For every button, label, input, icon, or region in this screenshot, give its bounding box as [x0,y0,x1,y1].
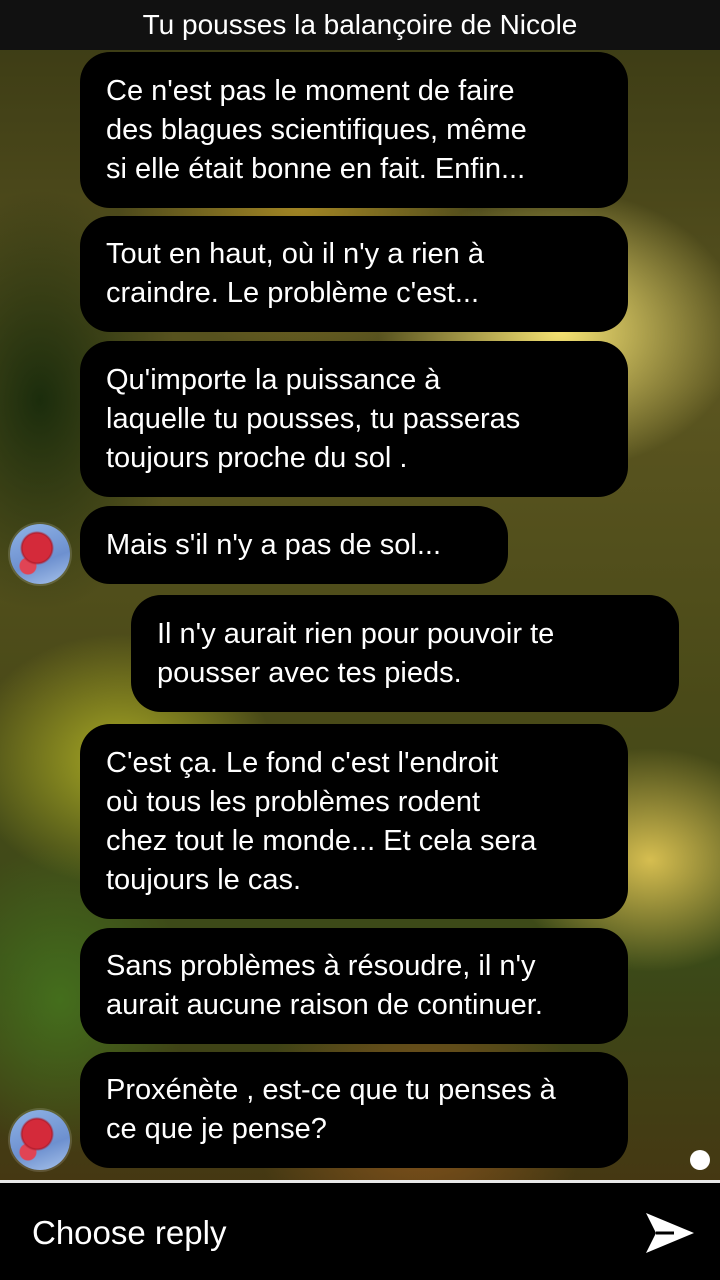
message-bubble: Ce n'est pas le moment de faire des blag… [80,52,628,208]
choose-reply-button[interactable]: Choose reply [32,1211,226,1255]
message-bubble: Proxénète , est-ce que tu penses à ce qu… [80,1052,628,1168]
send-icon[interactable] [644,1211,696,1255]
message-text: Proxénète , est-ce que tu penses à ce qu… [106,1074,556,1145]
message-bubble: Sans problèmes à résoudre, il n'y aurait… [80,928,628,1044]
message-text: Tout en haut, où il n'y a rien à craindr… [106,238,484,309]
reply-bar[interactable]: Choose reply [0,1180,720,1280]
message-bubble: Qu'importe la puissance à laquelle tu po… [80,341,628,497]
message-bubble: Tout en haut, où il n'y a rien à craindr… [80,216,628,332]
message-text: Sans problèmes à résoudre, il n'y aurait… [106,950,543,1021]
message-bubble: C'est ça. Le fond c'est l'endroit où tou… [80,724,628,919]
player-message-bubble: Il n'y aurait rien pour pouvoir te pouss… [131,595,679,712]
message-text: Mais s'il n'y a pas de sol... [106,528,442,561]
message-bubble: Mais s'il n'y a pas de sol... [80,506,508,584]
message-text: Il n'y aurait rien pour pouvoir te pouss… [157,617,555,689]
message-text: Ce n'est pas le moment de faire des blag… [106,74,527,185]
message-text: Qu'importe la puissance à laquelle tu po… [106,363,521,474]
chat-title: Tu pousses la balançoire de Nicole [142,9,578,40]
flower-avatar [10,1110,70,1170]
chat-title-bar: Tu pousses la balançoire de Nicole [0,0,720,50]
scroll-indicator-dot [690,1150,710,1170]
message-text: C'est ça. Le fond c'est l'endroit où tou… [106,746,537,896]
flower-avatar [10,524,70,584]
